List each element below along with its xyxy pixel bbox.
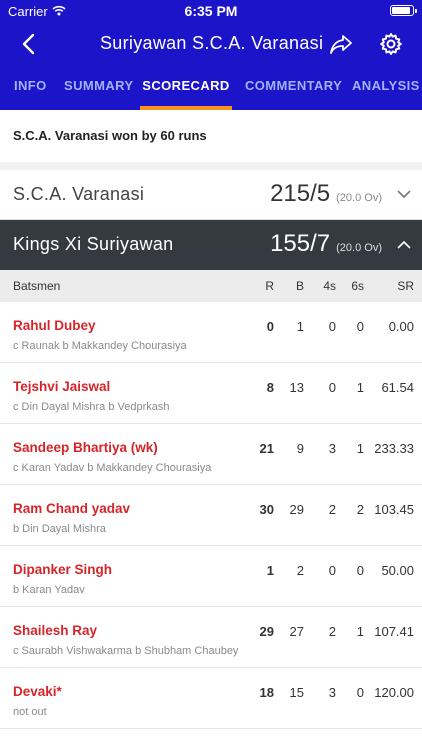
batsman-dismissal: c Saurabh Vishwakarma b Shubham Chaubey bbox=[13, 645, 239, 657]
batsman-runs: 8 bbox=[266, 380, 274, 395]
batsman-name[interactable]: Ram Chand yadav bbox=[13, 501, 130, 516]
innings-runs: 215/5 bbox=[270, 180, 331, 207]
tab-bar: INFO SUMMARY SCORECARD COMMENTARY ANALYS… bbox=[0, 66, 422, 110]
header-balls: B bbox=[295, 279, 304, 293]
batsman-dismissal: c Karan Yadav b Makkandey Chourasiya bbox=[13, 462, 212, 474]
share-button[interactable] bbox=[326, 30, 356, 58]
nav-bar: Suriyawan S.C.A. Varanasi bbox=[0, 22, 422, 66]
batsman-name[interactable]: Tejshvi Jaiswal bbox=[13, 379, 110, 394]
innings-score: 215/5 (20.0 Ov) bbox=[270, 180, 382, 208]
innings-row-sca-varanasi[interactable]: S.C.A. Varanasi 215/5 (20.0 Ov) bbox=[0, 170, 422, 220]
batsman-name[interactable]: Devaki* bbox=[13, 684, 62, 699]
status-time: 6:35 PM bbox=[184, 3, 238, 19]
tab-commentary[interactable]: COMMENTARY bbox=[245, 66, 342, 110]
batsman-balls: 15 bbox=[289, 685, 304, 700]
batsman-runs: 21 bbox=[259, 441, 274, 456]
batsman-strike-rate: 107.41 bbox=[374, 624, 414, 639]
back-button[interactable] bbox=[14, 30, 42, 58]
innings-team: S.C.A. Varanasi bbox=[13, 184, 145, 204]
batsman-fours: 0 bbox=[328, 380, 336, 395]
batsman-strike-rate: 233.33 bbox=[374, 441, 414, 456]
batsman-balls: 29 bbox=[289, 502, 304, 517]
batsman-strike-rate: 103.45 bbox=[374, 502, 414, 517]
tab-info[interactable]: INFO bbox=[14, 66, 46, 110]
batsman-dismissal: not out bbox=[13, 706, 47, 718]
innings-score: 155/7 (20.0 Ov) bbox=[270, 230, 382, 258]
batsman-balls: 2 bbox=[296, 563, 304, 578]
match-result: S.C.A. Varanasi won by 60 runs bbox=[0, 110, 422, 162]
tab-analysis[interactable]: ANALYSIS bbox=[352, 66, 419, 110]
batsman-fours: 3 bbox=[328, 441, 336, 456]
batting-table: Rahul Dubey c Raunak b Makkandey Chouras… bbox=[0, 302, 422, 729]
tab-scorecard[interactable]: SCORECARD bbox=[140, 66, 232, 110]
tab-summary[interactable]: SUMMARY bbox=[64, 66, 133, 110]
status-bar: Carrier 6:35 PM bbox=[0, 0, 422, 22]
batsman-balls: 1 bbox=[296, 319, 304, 334]
app-header: Carrier 6:35 PM Suriyawan S.C.A. Varanas… bbox=[0, 0, 422, 110]
batsman-fours: 2 bbox=[328, 624, 336, 639]
back-arrow-icon bbox=[22, 33, 35, 55]
batsman-runs: 29 bbox=[259, 624, 274, 639]
batsman-strike-rate: 50.00 bbox=[381, 563, 414, 578]
batsman-balls: 27 bbox=[289, 624, 304, 639]
batsman-runs: 18 bbox=[259, 685, 274, 700]
gear-icon bbox=[380, 33, 402, 55]
batsman-name[interactable]: Sandeep Bhartiya (wk) bbox=[13, 440, 158, 455]
innings-team: Kings Xi Suriyawan bbox=[13, 234, 174, 254]
innings-overs: (20.0 Ov) bbox=[336, 192, 382, 204]
batsman-runs: 1 bbox=[266, 563, 274, 578]
batsman-dismissal: b Karan Yadav bbox=[13, 584, 85, 596]
batsman-strike-rate: 120.00 bbox=[374, 685, 414, 700]
table-row[interactable]: Dipanker Singh b Karan Yadav 1 2 0 0 50.… bbox=[0, 546, 422, 607]
chevron-down-icon[interactable] bbox=[396, 186, 412, 202]
batsman-runs: 0 bbox=[266, 319, 274, 334]
batsman-dismissal: b Din Dayal Mishra bbox=[13, 523, 106, 535]
page-title: Suriyawan S.C.A. Varanasi bbox=[100, 33, 322, 53]
header-runs: R bbox=[265, 279, 274, 293]
batsman-name[interactable]: Dipanker Singh bbox=[13, 562, 112, 577]
chevron-up-icon[interactable] bbox=[396, 236, 412, 252]
innings-row-kings-xi-suriyawan[interactable]: Kings Xi Suriyawan 155/7 (20.0 Ov) bbox=[0, 220, 422, 270]
batsman-dismissal: c Raunak b Makkandey Chourasiya bbox=[13, 340, 187, 352]
table-row[interactable]: Tejshvi Jaiswal c Din Dayal Mishra b Ved… bbox=[0, 363, 422, 424]
batting-table-header: Batsmen R B 4s 6s SR bbox=[0, 270, 422, 302]
table-row[interactable]: Devaki* not out 18 15 3 0 120.00 bbox=[0, 668, 422, 729]
share-icon bbox=[330, 35, 352, 54]
header-strike-rate: SR bbox=[397, 279, 414, 293]
battery-icon bbox=[390, 5, 417, 16]
batsman-fours: 3 bbox=[328, 685, 336, 700]
batsman-name[interactable]: Rahul Dubey bbox=[13, 318, 96, 333]
batsman-fours: 0 bbox=[328, 563, 336, 578]
header-batsmen: Batsmen bbox=[13, 279, 61, 293]
batsman-runs: 30 bbox=[259, 502, 274, 517]
settings-button[interactable] bbox=[376, 29, 406, 59]
batsman-dismissal: c Din Dayal Mishra b Vedprkash bbox=[13, 401, 170, 413]
innings-overs: (20.0 Ov) bbox=[336, 242, 382, 254]
table-row[interactable]: Rahul Dubey c Raunak b Makkandey Chouras… bbox=[0, 302, 422, 363]
header-fours: 4s bbox=[323, 279, 336, 293]
table-row[interactable]: Ram Chand yadav b Din Dayal Mishra 30 29… bbox=[0, 485, 422, 546]
batsman-balls: 9 bbox=[296, 441, 304, 456]
table-row[interactable]: Sandeep Bhartiya (wk) c Karan Yadav b Ma… bbox=[0, 424, 422, 485]
batsman-fours: 2 bbox=[328, 502, 336, 517]
batsman-strike-rate: 0.00 bbox=[388, 319, 414, 334]
innings-runs: 155/7 bbox=[270, 230, 331, 257]
batsman-fours: 0 bbox=[328, 319, 336, 334]
batsman-name[interactable]: Shailesh Ray bbox=[13, 623, 97, 638]
section-divider bbox=[0, 162, 422, 170]
batsman-balls: 13 bbox=[289, 380, 304, 395]
table-row[interactable]: Shailesh Ray c Saurabh Vishwakarma b Shu… bbox=[0, 607, 422, 668]
batsman-strike-rate: 61.54 bbox=[381, 380, 414, 395]
